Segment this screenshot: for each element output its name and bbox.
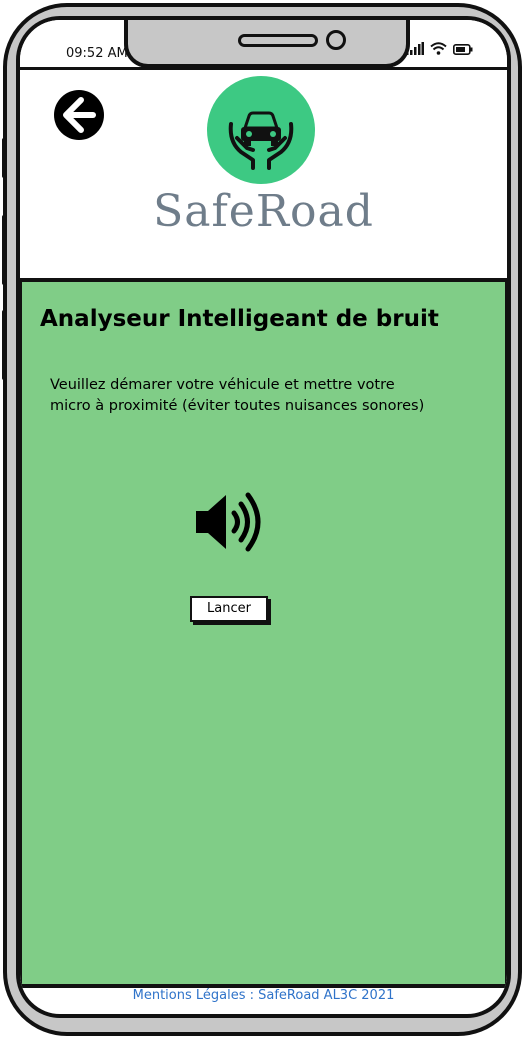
phone-screen: 09:52 AM SafeRoad Analyseur Intelligeant… bbox=[16, 16, 511, 1018]
legal-notice-link[interactable]: Mentions Légales : SafeRoad AL3C 2021 bbox=[20, 988, 507, 1003]
status-icons bbox=[406, 42, 473, 55]
launch-button[interactable]: Lancer bbox=[190, 596, 268, 622]
side-button bbox=[2, 138, 7, 178]
brand-name: SafeRoad bbox=[153, 186, 374, 237]
status-time: 09:52 AM bbox=[66, 46, 128, 61]
side-button bbox=[2, 310, 7, 380]
page-title: Analyseur Intelligeant de bruit bbox=[40, 306, 439, 332]
volume-speaker-icon bbox=[194, 489, 270, 555]
car-in-hands-icon bbox=[228, 111, 294, 170]
wifi-icon bbox=[430, 42, 447, 55]
phone-notch bbox=[124, 20, 410, 68]
back-button[interactable] bbox=[52, 88, 106, 142]
instructions-line: Veuillez démarer votre véhicule et mettr… bbox=[50, 377, 395, 393]
instructions-line: micro à proximité (éviter toutes nuisanc… bbox=[50, 398, 425, 414]
earpiece bbox=[238, 34, 318, 47]
signal-icon bbox=[406, 42, 424, 55]
main-panel: Analyseur Intelligeant de bruit Veuillez… bbox=[20, 278, 507, 988]
instructions-text: Veuillez démarer votre véhicule et mettr… bbox=[50, 375, 470, 417]
side-button bbox=[2, 215, 7, 285]
status-bar: 09:52 AM bbox=[20, 20, 507, 70]
arrow-left-circle-icon bbox=[54, 90, 104, 140]
app-header: SafeRoad bbox=[20, 70, 507, 278]
logo bbox=[207, 76, 315, 184]
front-camera bbox=[326, 30, 346, 50]
battery-icon bbox=[453, 44, 473, 55]
